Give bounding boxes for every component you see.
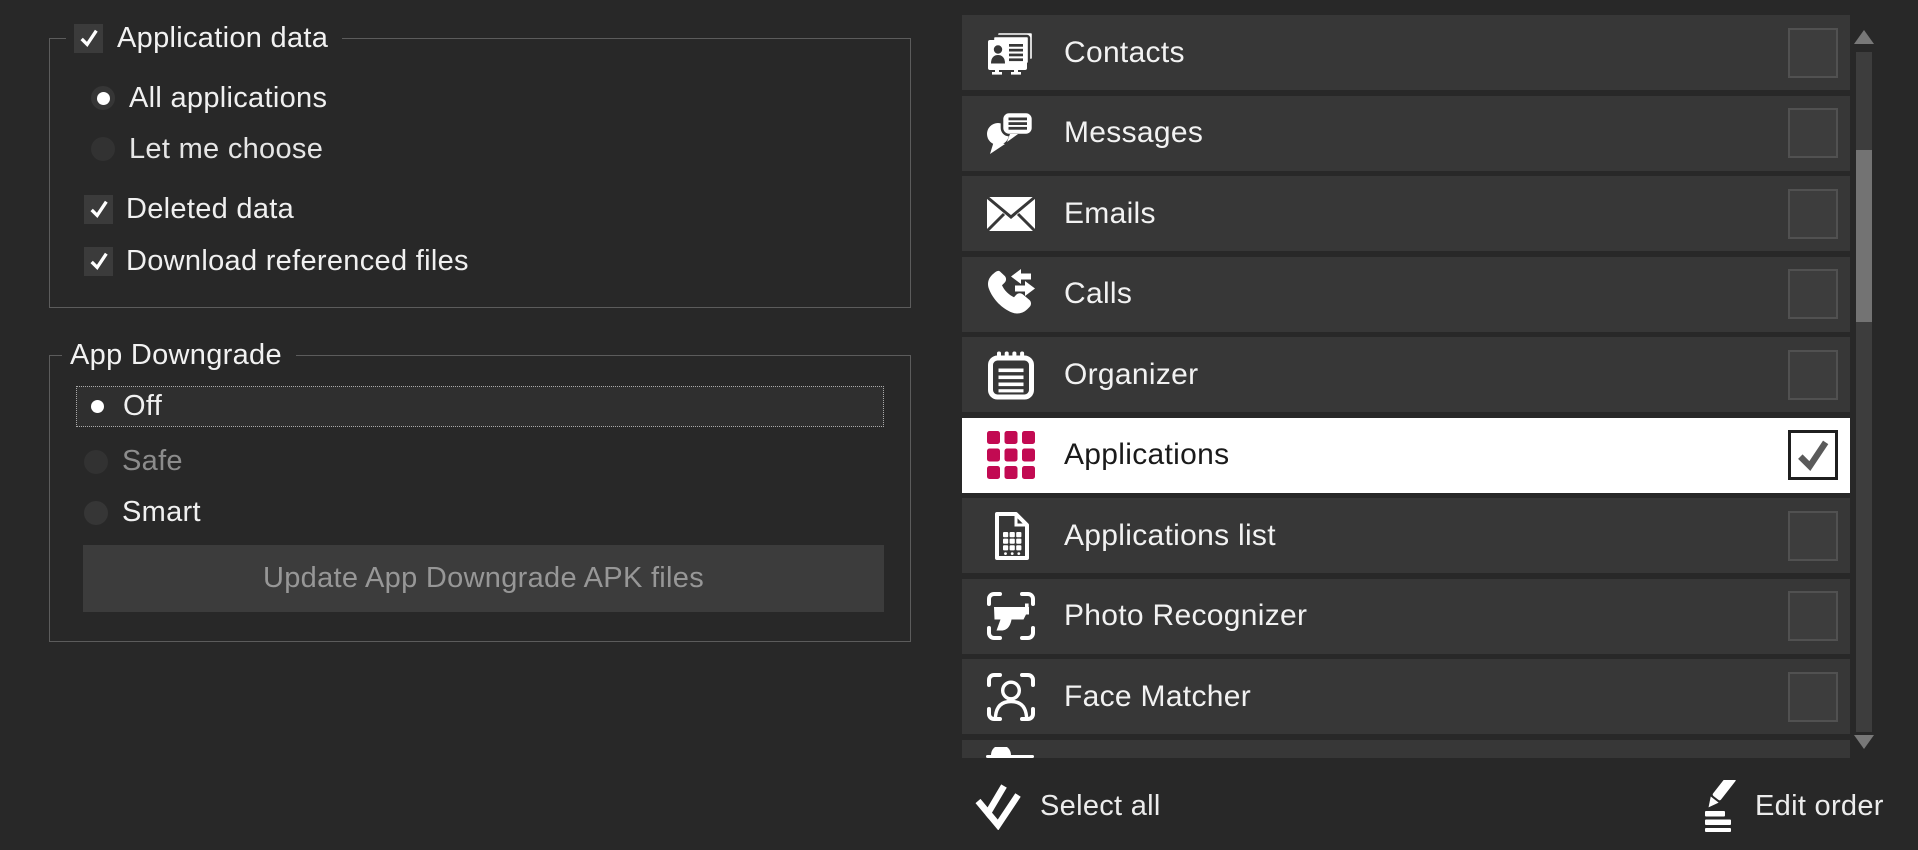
contacts-icon [985, 27, 1037, 79]
applications-checkbox[interactable] [1788, 430, 1838, 480]
list-item-contacts[interactable]: Contacts [962, 15, 1850, 90]
radio-circle [84, 450, 108, 474]
application-data-checkbox[interactable] [74, 24, 103, 53]
messages-checkbox[interactable] [1788, 108, 1838, 158]
list-item-label: Emails [1064, 197, 1156, 231]
edit-order-icon [1687, 780, 1739, 832]
applications-list-icon [985, 510, 1037, 562]
radio-smart[interactable]: Smart [76, 492, 884, 533]
radio-off[interactable]: Off [76, 386, 884, 427]
organizer-icon [985, 349, 1037, 401]
app-downgrade-group-label: App Downgrade [70, 339, 282, 372]
application-data-group: Application data All applications Let me… [49, 38, 911, 308]
messages-icon [985, 107, 1037, 159]
list-item-label: Organizer [1064, 358, 1198, 392]
deleted-data-checkbox[interactable] [84, 195, 113, 224]
calls-checkbox[interactable] [1788, 269, 1838, 319]
list-item-calls[interactable]: Calls [962, 257, 1850, 332]
radio-off-label: Off [123, 390, 162, 423]
application-data-group-label: Application data [117, 22, 328, 55]
category-list: Contacts Messages [962, 15, 1850, 758]
radio-circle [91, 137, 115, 161]
applications-grid-icon [985, 429, 1037, 481]
list-item-label: Contacts [1064, 36, 1185, 70]
list-item-label: Messages [1064, 116, 1203, 150]
list-item-emails[interactable]: Emails [962, 176, 1850, 251]
radio-all-applications[interactable]: All applications [91, 82, 327, 114]
contacts-checkbox[interactable] [1788, 28, 1838, 78]
radio-let-me-choose-label: Let me choose [129, 133, 323, 166]
organizer-checkbox[interactable] [1788, 350, 1838, 400]
face-matcher-checkbox[interactable] [1788, 672, 1838, 722]
scrollbar-thumb[interactable] [1856, 150, 1872, 322]
download-referenced-files-label: Download referenced files [126, 245, 469, 278]
face-matcher-icon [985, 671, 1037, 723]
edit-order-label: Edit order [1755, 790, 1884, 823]
partial-icon [985, 747, 1037, 759]
list-item-applications[interactable]: Applications [962, 418, 1850, 493]
application-data-legend: Application data [66, 22, 342, 54]
scrollbar-track[interactable] [1856, 52, 1872, 732]
download-referenced-files-checkbox[interactable] [84, 247, 113, 276]
list-item-face-matcher[interactable]: Face Matcher [962, 659, 1850, 734]
edit-order-button[interactable]: Edit order [1687, 780, 1884, 832]
photo-recognizer-icon [985, 590, 1037, 642]
emails-checkbox[interactable] [1788, 189, 1838, 239]
radio-all-applications-label: All applications [129, 82, 327, 115]
calls-icon [985, 268, 1037, 320]
radio-circle [84, 501, 108, 525]
select-all-button[interactable]: Select all [974, 780, 1161, 832]
deleted-data-label: Deleted data [126, 193, 294, 226]
list-item-label: Calls [1064, 277, 1132, 311]
list-item-label: Applications [1064, 438, 1229, 472]
scroll-down-arrow-icon[interactable] [1854, 735, 1874, 749]
radio-safe[interactable]: Safe [76, 441, 884, 482]
radio-let-me-choose[interactable]: Let me choose [91, 133, 323, 165]
app-downgrade-legend: App Downgrade [62, 339, 296, 371]
list-item-photo-recognizer[interactable]: Photo Recognizer [962, 579, 1850, 654]
photo-recognizer-checkbox[interactable] [1788, 591, 1838, 641]
app-downgrade-group: App Downgrade Off Safe Smart Update App … [49, 355, 911, 642]
list-item-organizer[interactable]: Organizer [962, 337, 1850, 412]
list-item-messages[interactable]: Messages [962, 96, 1850, 171]
radio-smart-label: Smart [122, 496, 201, 529]
radio-circle [85, 395, 109, 419]
radio-safe-label: Safe [122, 445, 183, 478]
deleted-data-option[interactable]: Deleted data [84, 192, 294, 226]
list-item-label: Face Matcher [1064, 680, 1251, 714]
applications-list-checkbox[interactable] [1788, 511, 1838, 561]
list-item-label: Photo Recognizer [1064, 599, 1307, 633]
scroll-up-arrow-icon[interactable] [1854, 30, 1874, 44]
select-all-label: Select all [1040, 790, 1161, 823]
radio-circle [91, 86, 115, 110]
emails-icon [985, 188, 1037, 240]
list-item-applications-list[interactable]: Applications list [962, 498, 1850, 573]
download-referenced-files-option[interactable]: Download referenced files [84, 244, 469, 278]
list-item-label: Applications list [1064, 519, 1276, 553]
update-app-downgrade-button[interactable]: Update App Downgrade APK files [83, 545, 884, 612]
list-item-partial[interactable] [962, 740, 1850, 759]
select-all-icon [974, 780, 1022, 832]
